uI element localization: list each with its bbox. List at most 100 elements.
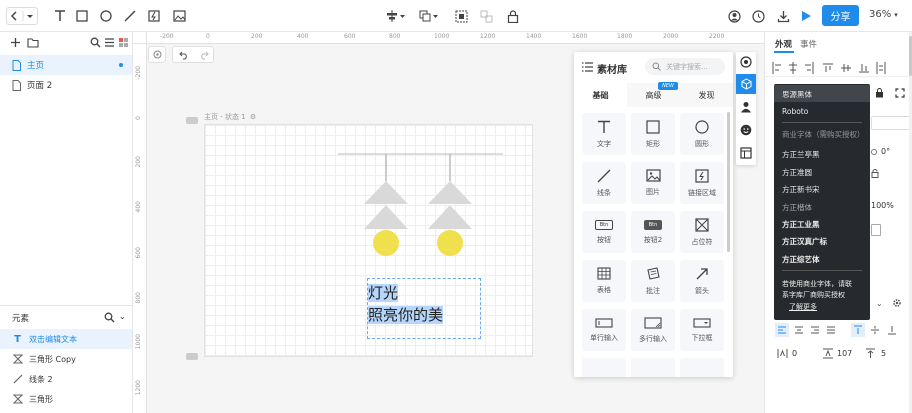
back-menu-button[interactable] xyxy=(6,7,38,25)
asset-image[interactable]: 图片 xyxy=(631,162,675,204)
tab-discover[interactable]: 发现 xyxy=(680,83,733,107)
font-option[interactable]: 思源黑体 xyxy=(782,89,812,100)
valign-bottom-icon[interactable] xyxy=(885,323,899,337)
page-item-home[interactable]: 主页 xyxy=(0,55,132,75)
rotate-icon[interactable] xyxy=(871,149,877,155)
line-tool-icon[interactable] xyxy=(121,7,139,25)
valign-top-button[interactable] xyxy=(851,323,865,337)
grid-view-icon[interactable] xyxy=(118,37,129,48)
search-icon[interactable] xyxy=(90,37,101,48)
play-preview-icon[interactable] xyxy=(797,7,815,25)
new-badge: NEW xyxy=(658,82,678,90)
chevron-down-icon[interactable]: ⌄ xyxy=(876,299,883,308)
download-icon[interactable] xyxy=(774,7,792,25)
asset-table[interactable]: 表格 xyxy=(582,260,626,302)
align-menu-icon[interactable] xyxy=(385,7,407,25)
asset-input[interactable]: 单行输入 xyxy=(582,309,626,351)
tab-events[interactable]: 事件 xyxy=(800,38,817,50)
layer-order-icon[interactable] xyxy=(418,7,440,25)
asset-circle[interactable]: 圆形 xyxy=(680,113,724,155)
redo-icon[interactable] xyxy=(199,50,209,60)
artboard-handle[interactable] xyxy=(186,353,198,360)
person-icon[interactable] xyxy=(740,101,752,113)
lock-ratio-icon[interactable] xyxy=(875,88,884,98)
text-tool-icon[interactable] xyxy=(51,7,69,25)
asset-rectangle[interactable]: 矩形 xyxy=(631,113,675,155)
font-option[interactable]: Roboto xyxy=(782,107,808,116)
font-option[interactable]: 方正楷体 xyxy=(782,202,812,213)
artboard-label[interactable]: 主页 - 状态 1 ⚙ xyxy=(204,112,256,122)
align-left-button[interactable] xyxy=(775,323,789,337)
asset-note[interactable]: 批注 xyxy=(631,260,675,302)
asset-button[interactable]: Btn 按钮 xyxy=(582,211,626,253)
cube-icon[interactable] xyxy=(736,74,756,94)
add-folder-icon[interactable] xyxy=(27,37,39,48)
element-item-triangle-copy[interactable]: 三角形 Copy xyxy=(0,349,132,369)
learn-more-link[interactable]: 了解更多 xyxy=(789,302,817,312)
artboard-handle[interactable] xyxy=(186,117,198,124)
asset-more[interactable] xyxy=(582,358,626,377)
undo-icon[interactable] xyxy=(179,50,189,60)
font-option[interactable]: 方正汉真广标 xyxy=(782,236,827,247)
tab-basic[interactable]: 基础 xyxy=(574,83,627,107)
line-height-value[interactable]: 107 xyxy=(837,349,852,358)
artboard[interactable]: 灯光 照亮你的美 xyxy=(204,124,533,357)
asset-button-2[interactable]: Btn 按钮2 xyxy=(631,211,675,253)
align-justify-icon[interactable] xyxy=(824,323,838,337)
image-tool-icon[interactable] xyxy=(170,7,188,25)
asset-hotspot[interactable]: 链接区域 xyxy=(680,162,724,204)
opacity-value[interactable]: 100% xyxy=(871,201,894,210)
font-option[interactable]: 方正综艺体 xyxy=(782,254,820,265)
group-icon[interactable] xyxy=(452,7,470,25)
component-icon[interactable] xyxy=(740,56,752,68)
align-center-icon[interactable] xyxy=(792,323,806,337)
asset-select[interactable]: 下拉框 xyxy=(680,309,724,351)
emoji-icon[interactable] xyxy=(740,124,752,136)
asset-search-input[interactable]: 关键字搜索... xyxy=(645,58,725,75)
rotation-value[interactable]: 0° xyxy=(881,147,890,156)
asset-placeholder[interactable]: 占位符 xyxy=(680,211,724,253)
tab-appearance[interactable]: 外观 xyxy=(775,38,792,50)
asset-more[interactable] xyxy=(631,358,675,377)
gear-icon[interactable] xyxy=(892,298,902,308)
canvas-settings-button[interactable] xyxy=(148,46,166,63)
font-option[interactable]: 方正新书宋 xyxy=(782,184,820,195)
hotspot-tool-icon[interactable] xyxy=(145,7,163,25)
page-item-page-2[interactable]: 页面 2 xyxy=(0,75,132,95)
asset-textarea[interactable]: 多行输入 xyxy=(631,309,675,351)
asset-text[interactable]: 文字 xyxy=(582,113,626,155)
paragraph-spacing-value[interactable]: 5 xyxy=(881,349,886,358)
selected-text-box[interactable]: 灯光 照亮你的美 xyxy=(367,278,481,339)
chevron-down-icon[interactable]: ⌄ xyxy=(119,312,126,321)
scrollbar[interactable] xyxy=(727,112,730,252)
rectangle-tool-icon[interactable] xyxy=(73,7,91,25)
user-icon[interactable] xyxy=(725,7,743,25)
element-item-line-2[interactable]: 线条 2 xyxy=(0,369,132,389)
asset-more[interactable] xyxy=(680,358,724,377)
small-lock-icon[interactable] xyxy=(871,169,879,178)
ungroup-icon[interactable] xyxy=(477,7,495,25)
font-option[interactable]: 方正工业黑 xyxy=(782,219,820,230)
asset-arrow[interactable]: 箭头 xyxy=(680,260,724,302)
valign-middle-icon[interactable] xyxy=(868,323,882,337)
font-option[interactable]: 方正准圆 xyxy=(782,167,812,178)
sort-icon[interactable] xyxy=(104,37,115,48)
history-icon[interactable] xyxy=(749,7,767,25)
border-style-icon[interactable] xyxy=(871,224,881,236)
share-button[interactable]: 分享 xyxy=(822,5,859,26)
zoom-level[interactable]: 36% ▾ xyxy=(869,9,898,20)
font-size-input[interactable] xyxy=(871,116,911,130)
element-item-text[interactable]: T 双击编辑文本 xyxy=(0,329,132,349)
layout-icon[interactable] xyxy=(740,147,752,159)
fullscreen-icon[interactable] xyxy=(895,88,905,98)
element-search-icon[interactable] xyxy=(104,312,115,323)
align-right-icon[interactable] xyxy=(808,323,822,337)
add-page-icon[interactable] xyxy=(10,37,21,48)
circle-tool-icon[interactable] xyxy=(97,7,115,25)
element-label: 三角形 xyxy=(29,394,53,404)
font-option[interactable]: 方正兰亭黑 xyxy=(782,149,820,160)
lock-icon[interactable] xyxy=(504,7,522,25)
asset-line[interactable]: 线条 xyxy=(582,162,626,204)
letter-spacing-value[interactable]: 0 xyxy=(792,349,797,358)
element-item-triangle[interactable]: 三角形 xyxy=(0,389,132,409)
